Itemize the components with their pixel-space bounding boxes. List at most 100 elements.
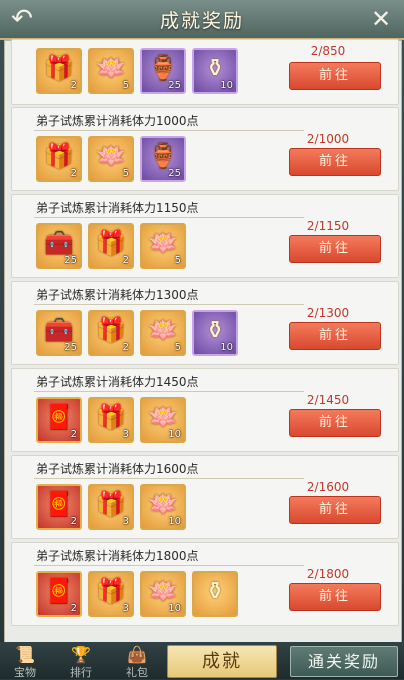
treasure-chest-icon: 🧰 — [44, 316, 74, 344]
gift-box-icon: 🎁 — [44, 142, 74, 170]
progress-count: 2/1600 — [306, 480, 350, 494]
tab-clear-reward[interactable]: 通关奖励 — [290, 646, 398, 677]
item-quantity: 10 — [168, 603, 181, 614]
footer-nav-item[interactable]: 🏆 排行 — [64, 645, 98, 680]
gift-box-icon: 🎁 — [96, 403, 126, 431]
item-quantity: 25 — [64, 342, 77, 353]
achievement-row: 🎁 2 🪷 5 🏺 25 ⚱ 10 2/850 前往 — [11, 39, 399, 105]
gift-box-icon: 🎁 — [96, 316, 126, 344]
item-quantity: 25 — [168, 168, 181, 179]
reward-item[interactable]: 🪷 10 — [140, 397, 186, 443]
item-quantity: 2 — [70, 168, 77, 179]
reward-item[interactable]: 🪷 5 — [88, 136, 134, 182]
progress-count: 2/850 — [310, 44, 346, 58]
gift-box-icon: 🎁 — [44, 54, 74, 82]
footer-nav-label: 礼包 — [126, 666, 148, 679]
go-button[interactable]: 前往 — [289, 496, 381, 524]
row-divider — [34, 304, 304, 305]
progress-count: 2/1450 — [306, 393, 350, 407]
go-button[interactable]: 前往 — [289, 62, 381, 90]
title-bar: ↶ 成就奖励 ✕ — [0, 0, 404, 40]
reward-item[interactable]: 🧰 25 — [36, 310, 82, 356]
row-divider — [34, 217, 304, 218]
item-quantity: 25 — [64, 255, 77, 266]
lotus-icon: 🪷 — [148, 229, 178, 257]
footer-nav-item[interactable]: 📜 宝物 — [8, 645, 42, 680]
achievement-title: 弟子试炼累计消耗体力1000点 — [36, 114, 199, 128]
reward-item[interactable]: 🎁 3 — [88, 397, 134, 443]
close-icon[interactable]: ✕ — [366, 4, 396, 34]
reward-item[interactable]: 🎁 3 — [88, 571, 134, 617]
red-chest-icon: 🧧 — [44, 403, 74, 431]
reward-item[interactable]: 🧧 2 — [36, 397, 82, 443]
progress-count: 2/1800 — [306, 567, 350, 581]
item-quantity: 10 — [168, 516, 181, 527]
item-quantity: 5 — [122, 168, 129, 179]
reward-item[interactable]: 🎁 2 — [36, 136, 82, 182]
reward-item[interactable]: 🎁 2 — [88, 223, 134, 269]
lotus-icon: 🪷 — [148, 316, 178, 344]
achievement-row: 弟子试炼累计消耗体力1450点 🧧 2 🎁 3 🪷 10 2/1450 前往 — [11, 368, 399, 452]
item-quantity: 2 — [122, 342, 129, 353]
treasure-jar-icon: 🏺 — [148, 142, 178, 170]
item-quantity: 5 — [174, 342, 181, 353]
reward-item[interactable]: ⚱ 10 — [192, 310, 238, 356]
reward-item[interactable]: 🎁 2 — [88, 310, 134, 356]
reward-item[interactable]: 🪷 5 — [88, 48, 134, 94]
achievement-row: 弟子试炼累计消耗体力1150点 🧰 25 🎁 2 🪷 5 2/1150 前往 — [11, 194, 399, 278]
reward-item[interactable]: 🏺 25 — [140, 136, 186, 182]
reward-item[interactable]: 🪷 10 — [140, 571, 186, 617]
red-chest-icon: 🧧 — [44, 577, 74, 605]
footer-nav-label: 排行 — [70, 666, 92, 679]
achievement-title: 弟子试炼累计消耗体力1300点 — [36, 288, 199, 302]
progress-count: 2/1000 — [306, 132, 350, 146]
item-quantity: 5 — [122, 80, 129, 91]
achievement-title: 弟子试炼累计消耗体力1600点 — [36, 462, 199, 476]
achievement-title: 弟子试炼累计消耗体力1800点 — [36, 549, 199, 563]
row-divider — [34, 130, 304, 131]
reward-item[interactable]: 🧧 2 — [36, 484, 82, 530]
reward-item[interactable]: 🪷 5 — [140, 310, 186, 356]
achievement-list[interactable]: 🎁 2 🪷 5 🏺 25 ⚱ 10 2/850 前往 弟子试炼累计消耗体力1000点 🎁 2 🪷 5 🏺 25 2… — [4, 39, 402, 644]
gift-box-icon: 🎁 — [96, 490, 126, 518]
item-quantity: 2 — [122, 255, 129, 266]
lotus-icon: 🪷 — [96, 54, 126, 82]
progress-count: 2/1150 — [306, 219, 350, 233]
bag-icon: 👜 — [127, 645, 147, 664]
game-window: ↶ 成就奖励 ✕ 🎁 2 🪷 5 🏺 25 ⚱ 10 2/850 前往 弟子试炼累计消耗体力1000… — [0, 0, 404, 679]
row-divider — [34, 565, 304, 566]
ranking-icon: 🏆 — [71, 645, 91, 664]
item-quantity: 10 — [220, 80, 233, 91]
scroll-icon: 📜 — [15, 645, 35, 664]
go-button[interactable]: 前往 — [289, 235, 381, 263]
lotus-icon: 🪷 — [148, 403, 178, 431]
item-quantity: 2 — [70, 429, 77, 440]
item-quantity: 3 — [122, 516, 129, 527]
item-quantity: 3 — [122, 603, 129, 614]
reward-item[interactable]: 🎁 3 — [88, 484, 134, 530]
vase-icon: ⚱ — [204, 54, 226, 82]
go-button[interactable]: 前往 — [289, 322, 381, 350]
reward-item[interactable]: 🧰 25 — [36, 223, 82, 269]
reward-item[interactable]: ⚱ 10 — [192, 48, 238, 94]
go-button[interactable]: 前往 — [289, 583, 381, 611]
row-divider — [34, 391, 304, 392]
footer-nav-label: 宝物 — [14, 666, 36, 679]
reward-item[interactable]: ⚱ — [192, 571, 238, 617]
go-button[interactable]: 前往 — [289, 148, 381, 176]
reward-item[interactable]: 🪷 5 — [140, 223, 186, 269]
vase-icon: ⚱ — [204, 316, 226, 344]
go-button[interactable]: 前往 — [289, 409, 381, 437]
footer-nav-item[interactable]: 👜 礼包 — [120, 645, 154, 680]
reward-item[interactable]: 🎁 2 — [36, 48, 82, 94]
achievement-row: 弟子试炼累计消耗体力1300点 🧰 25 🎁 2 🪷 5 ⚱ 10 2/1300 前往 — [11, 281, 399, 365]
achievement-row: 弟子试炼累计消耗体力1600点 🧧 2 🎁 3 🪷 10 2/1600 前往 — [11, 455, 399, 539]
reward-item[interactable]: 🪷 10 — [140, 484, 186, 530]
achievement-row: 弟子试炼累计消耗体力1800点 🧧 2 🎁 3 🪷 10 ⚱ 2/1800 前往 — [11, 542, 399, 626]
reward-item[interactable]: 🧧 2 — [36, 571, 82, 617]
tab-achievement[interactable]: 成就 — [167, 645, 277, 678]
treasure-chest-icon: 🧰 — [44, 229, 74, 257]
reward-item[interactable]: 🏺 25 — [140, 48, 186, 94]
vase-icon: ⚱ — [204, 577, 226, 605]
item-quantity: 3 — [122, 429, 129, 440]
